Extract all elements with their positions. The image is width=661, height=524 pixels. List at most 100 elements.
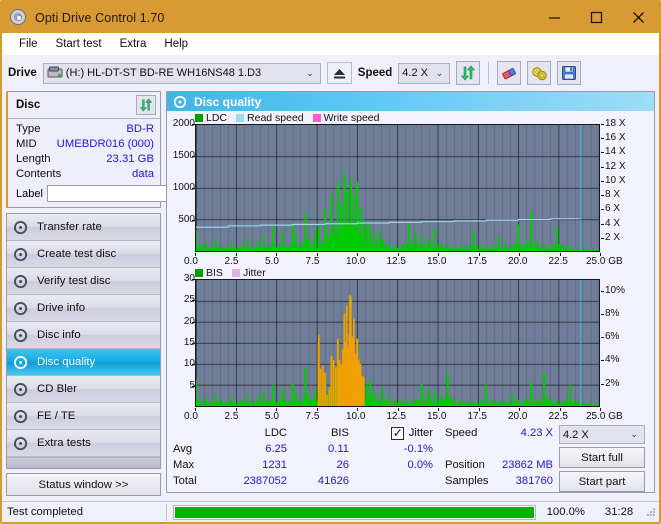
x-axis-tickmark xyxy=(398,408,399,411)
bis-chart-legend: BIS Jitter xyxy=(167,266,654,279)
y-axis-tickmark xyxy=(192,124,195,125)
y2-axis-tick: 4 X xyxy=(605,217,621,229)
y2-axis-tickmark xyxy=(601,124,604,125)
disc-panel-header: Disc xyxy=(8,92,160,119)
disc-row-type: Type BD-R xyxy=(16,122,154,137)
disc-icon xyxy=(14,355,28,369)
disc-panel-title: Disc xyxy=(16,99,41,111)
panel-title: Disc quality xyxy=(194,94,262,109)
test-speed-select[interactable]: 4.2 X ⌄ xyxy=(559,425,645,444)
y2-axis-tick: 2% xyxy=(605,377,620,389)
legend-item-jitter: Jitter xyxy=(231,267,266,279)
x-axis-tickmark xyxy=(195,408,196,411)
menu-item-file[interactable]: File xyxy=(10,36,47,52)
x-axis-tickmark xyxy=(560,253,561,256)
sidebar-item-transfer-rate[interactable]: Transfer rate xyxy=(7,214,160,241)
y-axis-tickmark xyxy=(192,279,195,280)
y2-axis-tick: 6% xyxy=(605,331,620,343)
drive-select[interactable]: (H:) HL-DT-ST BD-RE WH16NS48 1.D3 ⌄ xyxy=(42,62,321,84)
menu-item-extra[interactable]: Extra xyxy=(111,36,156,52)
app-disc-icon xyxy=(10,8,28,27)
x-axis-tickmark xyxy=(519,408,520,411)
x-axis-tickmark xyxy=(236,253,237,256)
legend-swatch-write-speed xyxy=(312,113,321,122)
sidebar-item-drive-info[interactable]: Drive info xyxy=(7,295,160,322)
disc-row-mid: MID UMEBDR016 (000) xyxy=(16,137,154,152)
legend-swatch-jitter xyxy=(231,268,240,277)
application-window: Opti Drive Control 1.70 File Start test … xyxy=(0,0,661,524)
sidebar-item-disc-quality[interactable]: Disc quality xyxy=(7,349,160,376)
disc-icon xyxy=(14,220,28,234)
disc-icon xyxy=(173,95,187,108)
legend-label: BIS xyxy=(206,266,223,279)
menu-item-start-test[interactable]: Start test xyxy=(47,36,111,52)
stats-header-ldc: LDC xyxy=(264,427,287,439)
window-controls xyxy=(533,2,659,33)
close-icon[interactable] xyxy=(617,2,659,33)
sidebar-item-label: Disc quality xyxy=(37,356,96,368)
disc-refresh-button[interactable] xyxy=(136,95,156,115)
start-part-button[interactable]: Start part xyxy=(559,471,645,492)
sidebar-item-verify-test-disc[interactable]: Verify test disc xyxy=(7,268,160,295)
speed-select[interactable]: 4.2 X ⌄ xyxy=(398,62,451,84)
x-axis-tickmark xyxy=(560,408,561,411)
y2-axis-tickmark xyxy=(601,238,604,239)
stats-meta-spacer xyxy=(491,441,553,457)
y2-axis-tickmark xyxy=(601,337,604,338)
stats-row-label-avg: Avg xyxy=(173,443,193,455)
save-button[interactable] xyxy=(557,61,582,85)
legend-swatch-read-speed xyxy=(236,113,245,122)
x-axis-tickmark xyxy=(357,408,358,411)
stats-bis-avg: 0.11 xyxy=(328,443,349,455)
jitter-header: Jitter xyxy=(349,425,433,441)
jitter-checkbox[interactable] xyxy=(390,425,404,441)
statistics-area: Avg Max Total LDC 6.25 1231 2387052 BIS … xyxy=(167,421,654,492)
status-window-button[interactable]: Status window >> xyxy=(6,473,161,496)
disc-icon xyxy=(14,382,28,396)
y2-axis-tick: 18 X xyxy=(605,118,626,129)
y2-axis-tick: 8% xyxy=(605,307,620,319)
legend-label: Write speed xyxy=(323,111,380,124)
minimize-icon[interactable] xyxy=(533,2,575,33)
toolbar: Drive (H:) HL-DT-ST BD-RE WH16NS48 1.D3 … xyxy=(2,55,659,91)
maximize-icon[interactable] xyxy=(575,2,617,33)
y-axis-tickmark xyxy=(192,322,195,323)
position-value: 23862 MB xyxy=(502,459,553,471)
y-axis-tick: 25 xyxy=(183,294,195,306)
stats-row-label-total: Total xyxy=(173,475,197,487)
y-axis-tickmark xyxy=(192,300,195,301)
y-axis-tick: 1000 xyxy=(172,182,195,193)
sidebar-item-cd-bler[interactable]: CD Bler xyxy=(7,376,160,403)
sidebar-item-label: Transfer rate xyxy=(37,221,102,233)
legend-item-ldc: LDC xyxy=(195,112,227,124)
y2-axis-tick: 10% xyxy=(605,284,626,296)
menu-item-help[interactable]: Help xyxy=(155,36,197,52)
disc-row-value: BD-R xyxy=(126,123,154,135)
y2-axis-tickmark xyxy=(601,360,604,361)
sidebar-item-disc-info[interactable]: Disc info xyxy=(7,322,160,349)
sidebar-item-create-test-disc[interactable]: Create test disc xyxy=(7,241,160,268)
erase-button[interactable] xyxy=(497,61,522,85)
status-bar: Test completed 100.0% 31:28 xyxy=(2,501,659,522)
start-full-button[interactable]: Start full xyxy=(559,447,645,468)
stats-row-names: Avg Max Total xyxy=(169,425,215,492)
disc-tools-button[interactable] xyxy=(527,61,552,85)
refresh-button[interactable] xyxy=(456,61,481,85)
stats-header-bis: BIS xyxy=(330,427,349,439)
eject-button[interactable] xyxy=(326,62,352,84)
sidebar-item-extra-tests[interactable]: Extra tests xyxy=(7,430,160,457)
status-message: Test completed xyxy=(7,506,83,518)
stats-ldc-total: 2387052 xyxy=(243,475,287,487)
resize-grip-icon[interactable] xyxy=(645,506,657,518)
disc-icon xyxy=(14,274,28,288)
samples-value: 381760 xyxy=(515,475,553,487)
y2-axis-tickmark xyxy=(601,314,604,315)
y-axis-tick: 10 xyxy=(183,358,195,370)
sidebar-item-label: Extra tests xyxy=(37,437,91,449)
save-icon xyxy=(562,66,577,80)
sidebar-item-label: Drive info xyxy=(37,302,86,314)
ldc-plot-area: 2000 1500 1000 500 18 X 16 X 14 X 12 X 10 X 8 X 6 … xyxy=(167,118,654,267)
chevron-down-icon: ⌄ xyxy=(306,67,314,78)
speed-value: 4.23 X xyxy=(520,427,553,439)
sidebar-item-fe-te[interactable]: FE / TE xyxy=(7,403,160,430)
